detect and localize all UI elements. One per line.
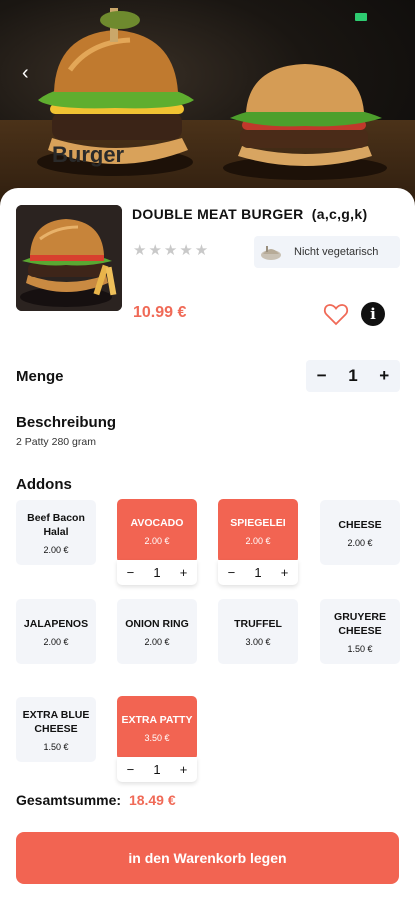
addon-price: 2.00 € bbox=[43, 544, 69, 555]
addon-price: 2.00 € bbox=[347, 537, 373, 548]
addon-qty: 1 bbox=[153, 762, 161, 777]
quantity-value: 1 bbox=[348, 366, 358, 385]
addon-truffel[interactable]: TRUFFEL 3.00 € bbox=[218, 599, 298, 664]
product-title: DOUBLE MEAT BURGER bbox=[132, 206, 304, 222]
product-name: DOUBLE MEAT BURGER (a,c,g,k) bbox=[132, 206, 367, 222]
addon-cheese[interactable]: CHEESE 2.00 € bbox=[320, 500, 400, 565]
heart-icon[interactable] bbox=[323, 302, 349, 326]
addon-price: 3.00 € bbox=[245, 636, 271, 647]
addon-minus-button[interactable]: − bbox=[127, 762, 135, 777]
addon-spiegelei[interactable]: SPIEGELEI 2.00 € bbox=[218, 499, 298, 563]
addon-gruyere-cheese[interactable]: GRUYERE CHEESE 1.50 € bbox=[320, 599, 400, 664]
quantity-label: Menge bbox=[16, 368, 64, 385]
addon-plus-button[interactable]: + bbox=[281, 565, 289, 580]
addon-qty: 1 bbox=[254, 565, 262, 580]
addon-name: ONION RING bbox=[125, 617, 189, 630]
addon-stepper-avocado: − 1 + bbox=[117, 560, 197, 585]
total-value: 18.49 € bbox=[128, 792, 176, 808]
addon-onion-ring[interactable]: ONION RING 2.00 € bbox=[117, 599, 197, 664]
vegetarian-badge: Nicht vegetarisch bbox=[254, 236, 400, 268]
addon-price: 2.00 € bbox=[43, 636, 69, 647]
total-label: Gesamtsumme: bbox=[16, 792, 122, 808]
addon-jalapenos[interactable]: JALAPENOS 2.00 € bbox=[16, 599, 96, 664]
veg-label: Nicht vegetarisch bbox=[294, 246, 379, 258]
addon-name: TRUFFEL bbox=[234, 617, 282, 630]
addon-price: 2.00 € bbox=[245, 536, 271, 546]
category-title: Burger bbox=[52, 142, 125, 167]
product-thumbnail bbox=[16, 205, 122, 311]
addon-qty: 1 bbox=[153, 565, 161, 580]
addon-price: 2.00 € bbox=[144, 536, 170, 546]
addon-extra-patty[interactable]: EXTRA PATTY 3.50 € bbox=[117, 696, 197, 760]
addon-plus-button[interactable]: + bbox=[180, 565, 188, 580]
burger-photo bbox=[37, 8, 387, 180]
addon-name: CHEESE bbox=[338, 518, 382, 531]
product-price: 10.99 € bbox=[133, 304, 187, 321]
addon-extra-blue-cheese[interactable]: EXTRA BLUE CHEESE 1.50 € bbox=[16, 697, 96, 762]
back-arrow-icon[interactable]: ‹ bbox=[22, 62, 40, 84]
addon-beef-bacon-halal[interactable]: Beef Bacon Halal 2.00 € bbox=[16, 500, 96, 565]
product-sheet: DOUBLE MEAT BURGER (a,c,g,k) ★★★★★ Nicht… bbox=[0, 188, 415, 900]
addon-avocado[interactable]: AVOCADO 2.00 € bbox=[117, 499, 197, 563]
addon-price: 1.50 € bbox=[43, 741, 69, 752]
addon-minus-button[interactable]: − bbox=[228, 565, 236, 580]
addon-name: Beef Bacon Halal bbox=[27, 511, 85, 538]
addon-price: 2.00 € bbox=[144, 636, 170, 647]
dish-icon bbox=[261, 246, 281, 260]
quantity-minus-button[interactable]: − bbox=[317, 366, 327, 386]
addon-stepper-spiegelei: − 1 + bbox=[218, 560, 298, 585]
description-label: Beschreibung bbox=[16, 414, 117, 431]
addon-plus-button[interactable]: + bbox=[180, 762, 188, 777]
addon-price: 1.50 € bbox=[347, 643, 373, 654]
addon-name: JALAPENOS bbox=[23, 617, 89, 630]
addon-price: 3.50 € bbox=[144, 733, 170, 743]
addon-stepper-extra-patty: − 1 + bbox=[117, 757, 197, 782]
description-text: 2 Patty 280 gram bbox=[16, 436, 96, 448]
add-to-cart-button[interactable]: in den Warenkorb legen bbox=[16, 832, 399, 884]
addons-label: Addons bbox=[16, 476, 72, 493]
addon-name: GRUYERE CHEESE bbox=[334, 610, 386, 637]
quantity-plus-button[interactable]: + bbox=[379, 366, 389, 386]
addon-name: AVOCADO bbox=[130, 517, 184, 529]
addon-name: EXTRA PATTY bbox=[121, 714, 193, 726]
battery-icon bbox=[355, 13, 367, 21]
total-sum: Gesamtsumme: 18.49 € bbox=[16, 792, 176, 808]
addon-name: SPIEGELEI bbox=[230, 517, 286, 529]
rating-stars[interactable]: ★★★★★ bbox=[133, 241, 210, 259]
addon-minus-button[interactable]: − bbox=[127, 565, 135, 580]
info-icon[interactable]: i bbox=[361, 302, 385, 326]
hero-image: ‹ Burger bbox=[0, 0, 415, 215]
allergen-codes: (a,c,g,k) bbox=[311, 206, 368, 222]
quantity-stepper: − 1 + bbox=[306, 360, 400, 392]
addon-name: EXTRA BLUE CHEESE bbox=[22, 708, 90, 735]
